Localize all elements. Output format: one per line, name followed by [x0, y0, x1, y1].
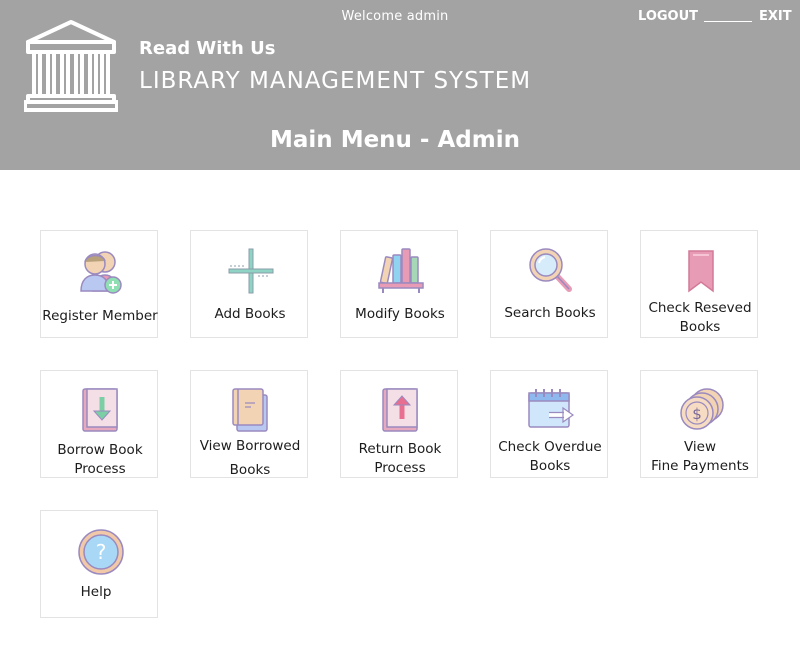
view-fine-payments-button[interactable]: $ View Fine Payments — [640, 370, 758, 478]
coins-icon: $ — [680, 388, 724, 430]
add-user-icon — [80, 251, 122, 294]
add-books-button[interactable]: Add Books — [190, 230, 308, 338]
tile-label: Register Member — [42, 308, 158, 324]
exit-button[interactable]: EXIT — [759, 9, 792, 24]
return-book-process-button[interactable]: Return Book Process — [340, 370, 458, 478]
stacked-books-icon — [232, 388, 268, 432]
tile-label: Return Book Process — [358, 441, 442, 476]
calendar-arrow-icon — [528, 389, 575, 428]
modify-books-button[interactable]: Modify Books — [340, 230, 458, 338]
book-down-arrow-icon — [82, 388, 118, 432]
app-header: Welcome admin LOGOUT EXIT Read With Us L… — [0, 0, 800, 170]
bookmark-icon — [688, 250, 714, 293]
view-borrowed-books-button[interactable]: View Borrowed Books — [190, 370, 308, 478]
tile-label: View Borrowed Books — [199, 438, 301, 478]
tile-label: Help — [80, 584, 112, 600]
register-member-button[interactable]: Register Member — [40, 230, 158, 338]
tile-label: View Fine Payments — [651, 439, 749, 474]
tile-label: Check Overdue Books — [498, 439, 602, 474]
magnifier-icon — [529, 248, 572, 292]
library-building-icon — [24, 20, 118, 112]
question-circle-icon: ? — [78, 529, 124, 575]
tile-label: Modify Books — [355, 306, 445, 322]
search-books-button[interactable]: Search Books — [490, 230, 608, 338]
svg-text:$: $ — [692, 405, 702, 423]
tile-label: Add Books — [214, 306, 286, 322]
svg-text:?: ? — [96, 540, 107, 564]
help-button[interactable]: ? Help — [40, 510, 158, 618]
plus-crosshair-icon — [228, 248, 274, 294]
bookshelf-icon — [378, 248, 424, 293]
logout-button[interactable]: LOGOUT — [638, 9, 698, 24]
tile-label: Search Books — [504, 305, 596, 321]
system-name: LIBRARY MANAGEMENT SYSTEM — [139, 68, 532, 94]
page-title: Main Menu - Admin — [270, 127, 520, 153]
tile-label: Check Reseved Books — [648, 300, 752, 335]
brand-name: Read With Us — [139, 38, 276, 59]
check-overdue-books-button[interactable]: Check Overdue Books — [490, 370, 608, 478]
header-divider — [704, 21, 752, 22]
book-up-arrow-icon — [382, 388, 418, 432]
tile-label: Borrow Book Process — [57, 442, 143, 477]
borrow-book-process-button[interactable]: Borrow Book Process — [40, 370, 158, 478]
check-reserved-books-button[interactable]: Check Reseved Books — [640, 230, 758, 338]
